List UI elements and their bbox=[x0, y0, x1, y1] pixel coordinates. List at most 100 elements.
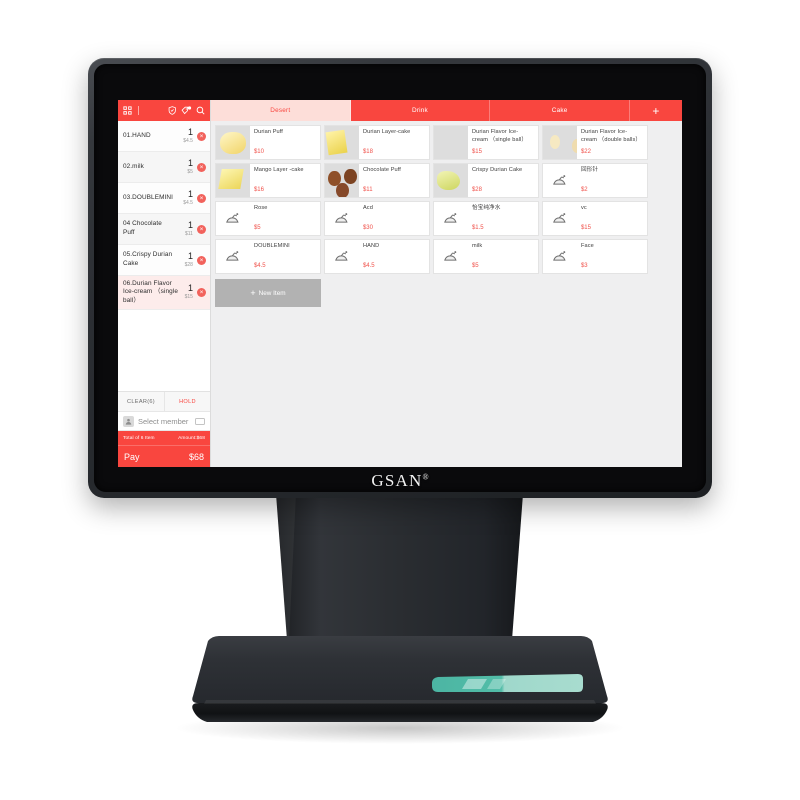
cart-item-qty: 1 bbox=[187, 219, 193, 230]
tab-drink[interactable]: Drink bbox=[351, 100, 491, 121]
product-thumbnail bbox=[324, 126, 359, 159]
product-card[interactable]: Rose $5 bbox=[214, 201, 321, 236]
grid-menu-icon[interactable] bbox=[123, 106, 132, 115]
remove-item-icon[interactable]: × bbox=[196, 131, 206, 141]
no-image-placeholder-icon bbox=[542, 240, 577, 273]
cart-item-qty-price: 1 $15 bbox=[185, 284, 193, 301]
product-price: $15 bbox=[471, 149, 482, 155]
cart-item-qty: 1 bbox=[187, 157, 193, 168]
plus-icon: + bbox=[250, 288, 256, 298]
shield-icon[interactable] bbox=[168, 106, 177, 115]
product-name: Durian Puff bbox=[253, 129, 283, 135]
cart-row[interactable]: 02.milk 1 $5 × bbox=[118, 152, 210, 183]
product-card[interactable]: 回形针 $2 bbox=[541, 163, 648, 198]
new-item-label: New Item bbox=[258, 289, 286, 297]
product-name: 怡宝纯净水 bbox=[471, 205, 501, 211]
no-image-placeholder-icon bbox=[324, 240, 359, 273]
product-grid[interactable]: Durian Puff $10 Durian Layer-cake $18 Durian… bbox=[211, 121, 682, 467]
add-category-tab[interactable]: + bbox=[630, 100, 682, 121]
total-count-label: Total of 6 Item bbox=[123, 435, 155, 441]
cart-item-qty-price: 1 $11 bbox=[177, 219, 193, 238]
product-card[interactable]: HAND $4.5 bbox=[323, 239, 430, 274]
cart-row[interactable]: 01.HAND 1 $4.5 × bbox=[118, 121, 210, 152]
cart-item-list[interactable]: 01.HAND 1 $4.5 × 02.milk 1 $5 × 03.DOUBLEMINI 1 $4… bbox=[118, 121, 210, 391]
product-card[interactable]: Crispy Durian Cake $28 bbox=[432, 163, 539, 198]
product-price: $3 bbox=[580, 263, 588, 269]
cart-item-name: 02.milk bbox=[123, 162, 144, 170]
product-meta: Acd $30 bbox=[359, 202, 429, 235]
no-image-placeholder-icon bbox=[433, 202, 468, 235]
cart-row[interactable]: 05.Crispy Durian Cake 1 $28 × bbox=[118, 245, 210, 276]
new-item-button[interactable]: + New Item bbox=[214, 279, 321, 307]
no-image-placeholder-icon bbox=[433, 240, 468, 273]
product-price: $4.5 bbox=[362, 263, 375, 269]
search-icon[interactable] bbox=[196, 106, 205, 115]
product-card[interactable]: Chocolate Puff $11 bbox=[323, 163, 430, 198]
select-member-row[interactable]: Select member bbox=[118, 411, 210, 431]
base-label-sticker bbox=[432, 674, 583, 692]
product-name: Durian Layer-cake bbox=[362, 129, 411, 135]
tab-cake[interactable]: Cake bbox=[490, 100, 630, 121]
product-name: Mango Layer -cake bbox=[253, 167, 304, 173]
cart-item-price: $4.5 bbox=[183, 137, 193, 144]
product-name: 回形针 bbox=[580, 167, 599, 173]
pos-screen: 01.HAND 1 $4.5 × 02.milk 1 $5 × 03.DOUBLEMINI 1 $4… bbox=[118, 100, 682, 467]
notification-tag-icon[interactable] bbox=[181, 106, 192, 115]
order-cart-panel: 01.HAND 1 $4.5 × 02.milk 1 $5 × 03.DOUBLEMINI 1 $4… bbox=[118, 100, 211, 467]
product-price: $4.5 bbox=[253, 263, 266, 269]
cart-row[interactable]: 03.DOUBLEMINI 1 $4.5 × bbox=[118, 183, 210, 214]
product-meta: vc $15 bbox=[577, 202, 647, 235]
product-thumbnail bbox=[433, 126, 468, 159]
remove-item-icon[interactable]: × bbox=[196, 162, 206, 172]
product-thumbnail bbox=[215, 126, 250, 159]
member-avatar-icon bbox=[123, 415, 134, 427]
product-card[interactable]: 怡宝纯净水 $1.5 bbox=[432, 201, 539, 236]
product-name: Acd bbox=[362, 205, 373, 211]
pos-terminal-scene: GSAN® 01.HAND 1 $4.5 × 02.milk 1 $5 × 03… bbox=[0, 0, 800, 800]
product-card[interactable]: milk $5 bbox=[432, 239, 539, 274]
product-card[interactable]: Durian Flavor Ice-cream （double balls） $2… bbox=[541, 125, 648, 160]
product-card[interactable]: Face $3 bbox=[541, 239, 648, 274]
member-card-icon[interactable] bbox=[194, 417, 205, 425]
category-tab-bar[interactable]: Desert Drink Cake + bbox=[210, 100, 682, 121]
product-name: milk bbox=[471, 243, 483, 249]
tab-desert[interactable]: Desert bbox=[210, 100, 351, 121]
product-card[interactable]: Acd $30 bbox=[323, 201, 430, 236]
hold-button[interactable]: HOLD bbox=[163, 392, 210, 411]
product-name: Chocolate Puff bbox=[362, 167, 401, 173]
product-name: Crispy Durian Cake bbox=[471, 167, 523, 173]
product-card[interactable]: vc $15 bbox=[541, 201, 648, 236]
remove-item-icon[interactable]: × bbox=[196, 224, 206, 234]
remove-item-icon[interactable]: × bbox=[196, 288, 206, 297]
product-name: Durian Flavor Ice-cream （single ball） bbox=[471, 129, 528, 143]
product-price: $2 bbox=[580, 187, 588, 193]
remove-item-icon[interactable]: × bbox=[196, 193, 206, 203]
product-card[interactable]: Mango Layer -cake $16 bbox=[214, 163, 321, 198]
order-total-bar: Total of 6 Item Amount:$68 bbox=[118, 431, 210, 445]
product-thumbnail bbox=[433, 164, 468, 197]
cart-row[interactable]: 04 Chocolate Puff 1 $11 × bbox=[118, 214, 210, 245]
product-meta: HAND $4.5 bbox=[359, 240, 429, 273]
product-price: $5 bbox=[253, 225, 261, 231]
product-meta: milk $5 bbox=[468, 240, 538, 273]
pay-button[interactable]: Pay $68 bbox=[118, 445, 210, 467]
product-meta: Face $3 bbox=[577, 240, 647, 273]
product-card[interactable]: Durian Puff $10 bbox=[214, 125, 321, 160]
remove-item-icon[interactable]: × bbox=[196, 255, 206, 265]
product-card[interactable]: Durian Flavor Ice-cream （single ball） $15 bbox=[432, 125, 539, 160]
cart-item-qty: 1 bbox=[187, 283, 193, 293]
clear-button[interactable]: CLEAR(6) bbox=[118, 392, 164, 411]
product-meta: Durian Puff $10 bbox=[250, 126, 320, 159]
product-price: $16 bbox=[253, 187, 264, 193]
product-name: Rose bbox=[253, 205, 268, 211]
product-thumbnail bbox=[542, 126, 577, 159]
product-card[interactable]: DOUBLEMINI $4.5 bbox=[214, 239, 321, 274]
product-meta: 回形针 $2 bbox=[577, 164, 647, 197]
product-price: $10 bbox=[253, 149, 264, 155]
product-card[interactable]: Durian Layer-cake $18 bbox=[323, 125, 430, 160]
cart-item-price: $4.5 bbox=[183, 199, 193, 206]
stand-base-edge bbox=[192, 703, 608, 722]
cart-item-name: 03.DOUBLEMINI bbox=[123, 193, 173, 201]
cart-row[interactable]: 06.Durian Flavor Ice-cream （single ball）… bbox=[118, 276, 210, 310]
cart-item-price: $11 bbox=[184, 230, 193, 237]
